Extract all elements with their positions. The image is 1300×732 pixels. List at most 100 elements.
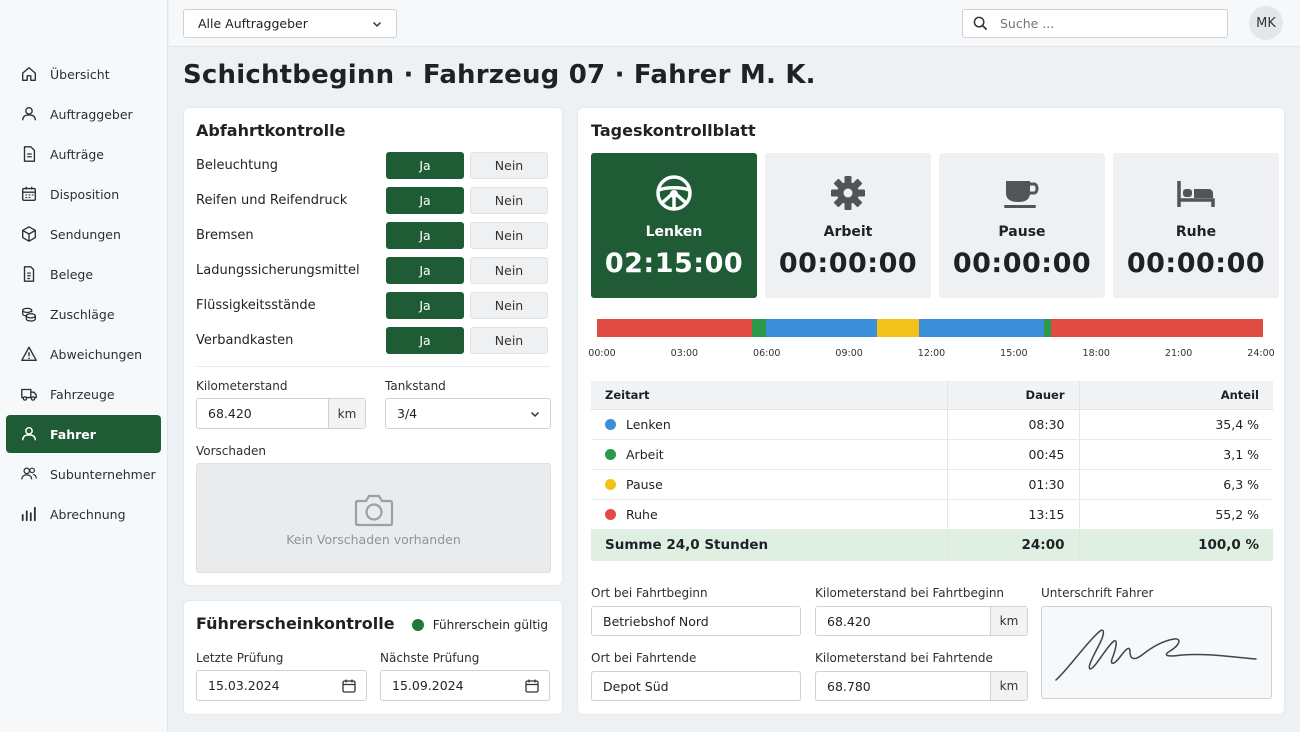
document-icon bbox=[23, 146, 36, 162]
yes-button[interactable]: Ja bbox=[386, 222, 464, 249]
last-check-value: 15.03.2024 bbox=[208, 678, 280, 693]
sidebar-item-label: Abweichungen bbox=[50, 346, 143, 362]
bar-chart-icon bbox=[21, 506, 36, 522]
table-row: Ruhe 13:15 55,2 % bbox=[591, 499, 1273, 530]
no-button[interactable]: Nein bbox=[470, 292, 548, 319]
timeline-tick-label: 15:00 bbox=[1000, 348, 1028, 359]
sidebar-item-zuschläge[interactable]: Zuschläge bbox=[6, 295, 161, 333]
sidebar: Übersicht Auftraggeber Aufträge Disposition… bbox=[0, 0, 168, 732]
sidebar-item-abweichungen[interactable]: Abweichungen bbox=[6, 335, 161, 373]
tile-label: Pause bbox=[998, 224, 1046, 240]
check-row: Bremsen Ja Nein bbox=[196, 222, 552, 249]
sidebar-item-label: Aufträge bbox=[50, 146, 104, 162]
start-place-input[interactable]: Betriebshof Nord bbox=[591, 606, 801, 636]
end-place-value: Depot Süd bbox=[603, 678, 669, 694]
sidebar-item-label: Fahrzeuge bbox=[50, 386, 115, 402]
calendar-icon[interactable] bbox=[342, 679, 356, 693]
dauer-cell: 01:30 bbox=[946, 469, 1079, 500]
last-check-date-input[interactable]: 15.03.2024 bbox=[196, 670, 367, 701]
km-unit: km bbox=[328, 399, 365, 428]
zeitart-cell: Arbeit bbox=[591, 439, 947, 470]
sidebar-item-subunternehmer[interactable]: Subunternehmer bbox=[6, 455, 161, 493]
col-header-anteil: Anteil bbox=[1078, 381, 1273, 410]
no-button[interactable]: Nein bbox=[470, 222, 548, 249]
sidebar-item-aufträge[interactable]: Aufträge bbox=[6, 135, 161, 173]
tile-label: Ruhe bbox=[1175, 224, 1217, 240]
start-km-label: Kilometerstand bei Fahrtbeginn bbox=[815, 586, 1005, 600]
check-label: Verbandkasten bbox=[196, 333, 294, 348]
timeline-segment-ruhe bbox=[1050, 319, 1263, 337]
gear-icon bbox=[831, 176, 865, 210]
yes-button[interactable]: Ja bbox=[386, 292, 464, 319]
start-km-unit: km bbox=[990, 607, 1027, 635]
check-label: Beleuchtung bbox=[196, 158, 278, 173]
tile-label: Arbeit bbox=[823, 224, 873, 240]
dauer-cell: 13:15 bbox=[946, 499, 1079, 530]
km-input[interactable]: 68.420 km bbox=[196, 398, 366, 429]
daily-sheet-title: Tageskontrollblatt bbox=[591, 121, 756, 140]
camera-icon bbox=[354, 494, 394, 527]
end-place-label: Ort bei Fahrtende bbox=[591, 651, 697, 665]
zeitart-label: Lenken bbox=[626, 416, 671, 432]
calendar-icon[interactable] bbox=[525, 679, 539, 693]
yes-button[interactable]: Ja bbox=[386, 327, 464, 354]
status-dot bbox=[411, 619, 424, 631]
yes-button[interactable]: Ja bbox=[386, 187, 464, 214]
sidebar-item-fahrer[interactable]: Fahrer bbox=[6, 415, 161, 453]
page-title: Schichtbeginn · Fahrzeug 07 · Fahrer M. … bbox=[183, 60, 816, 90]
end-place-input[interactable]: Depot Süd bbox=[591, 671, 801, 701]
sidebar-item-abrechnung[interactable]: Abrechnung bbox=[6, 495, 161, 533]
no-button[interactable]: Nein bbox=[470, 152, 548, 179]
sidebar-item-label: Subunternehmer bbox=[50, 466, 156, 482]
dauer-cell: 08:30 bbox=[946, 409, 1079, 440]
sidebar-item-auftraggeber[interactable]: Auftraggeber bbox=[6, 95, 161, 133]
tile-duration: 00:00:00 bbox=[1126, 248, 1266, 279]
sidebar-item-fahrzeuge[interactable]: Fahrzeuge bbox=[6, 375, 161, 413]
no-button[interactable]: Nein bbox=[470, 257, 548, 284]
sidebar-item-label: Übersicht bbox=[50, 66, 110, 82]
tile-pause[interactable]: Pause 00:00:00 bbox=[939, 153, 1105, 298]
end-km-value: 68.780 bbox=[827, 678, 871, 694]
tile-ruhe[interactable]: Ruhe 00:00:00 bbox=[1113, 153, 1279, 298]
search-input[interactable] bbox=[1000, 16, 1156, 31]
sidebar-item-label: Fahrer bbox=[50, 426, 96, 442]
timeline-tick-label: 00:00 bbox=[588, 348, 616, 359]
start-place-label: Ort bei Fahrtbeginn bbox=[591, 586, 708, 600]
damage-label: Vorschaden bbox=[196, 444, 266, 458]
avatar[interactable]: MK bbox=[1249, 6, 1283, 40]
no-button[interactable]: Nein bbox=[470, 187, 548, 214]
sidebar-item-disposition[interactable]: Disposition bbox=[6, 175, 161, 213]
warning-icon bbox=[21, 346, 37, 361]
table-row: Arbeit 00:45 3,1 % bbox=[591, 439, 1273, 470]
signature-pad[interactable] bbox=[1041, 606, 1272, 699]
damage-photo-dropzone[interactable]: Kein Vorschaden vorhanden bbox=[196, 463, 551, 573]
tank-select[interactable]: 3/4 bbox=[385, 398, 551, 429]
anteil-cell: 3,1 % bbox=[1078, 439, 1273, 470]
client-select[interactable]: Alle Auftraggeber bbox=[183, 9, 397, 38]
start-km-input[interactable]: 68.420 km bbox=[815, 606, 1028, 636]
zeitart-label: Ruhe bbox=[626, 506, 658, 522]
sidebar-item-übersicht[interactable]: Übersicht bbox=[6, 55, 161, 93]
sidebar-item-belege[interactable]: Belege bbox=[6, 255, 161, 293]
yes-button[interactable]: Ja bbox=[386, 152, 464, 179]
anteil-cell: 35,4 % bbox=[1078, 409, 1273, 440]
legend-dot-ruhe bbox=[605, 508, 616, 520]
next-check-date-input[interactable]: 15.09.2024 bbox=[380, 670, 550, 701]
yes-button[interactable]: Ja bbox=[386, 257, 464, 284]
check-label: Bremsen bbox=[196, 228, 254, 243]
tile-arbeit[interactable]: Arbeit 00:00:00 bbox=[765, 153, 931, 298]
tile-lenken[interactable]: Lenken 02:15:00 bbox=[591, 153, 757, 298]
sidebar-item-label: Sendungen bbox=[50, 226, 121, 242]
no-button[interactable]: Nein bbox=[470, 327, 548, 354]
check-label: Flüssigkeitsstände bbox=[196, 298, 316, 313]
search-box[interactable] bbox=[962, 9, 1228, 38]
timeline-tick-label: 18:00 bbox=[1082, 348, 1110, 359]
tank-label: Tankstand bbox=[385, 379, 446, 393]
end-km-input[interactable]: 68.780 km bbox=[815, 671, 1028, 701]
sidebar-nav: Übersicht Auftraggeber Aufträge Disposition… bbox=[6, 55, 161, 535]
table-header-row: Zeitart Dauer Anteil bbox=[591, 381, 1273, 410]
timeline-segment-lenken bbox=[918, 319, 1044, 337]
sum-dauer: 24:00 bbox=[946, 529, 1079, 561]
sidebar-item-sendungen[interactable]: Sendungen bbox=[6, 215, 161, 253]
signature-label: Unterschrift Fahrer bbox=[1041, 586, 1154, 600]
